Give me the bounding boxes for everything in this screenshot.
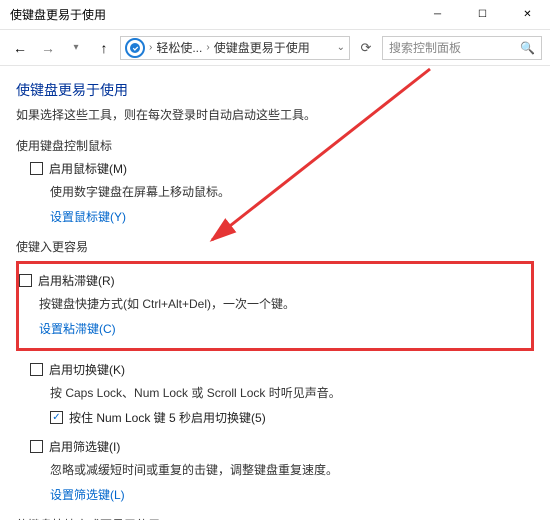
recent-dropdown[interactable]: ▾ <box>64 36 88 60</box>
control-panel-icon <box>125 38 145 58</box>
chevron-right-icon: › <box>206 42 209 53</box>
minimize-button[interactable]: ─ <box>415 0 460 30</box>
section-mouse-label: 使用键盘控制鼠标 <box>16 137 534 154</box>
mousekeys-desc: 使用数字键盘在屏幕上移动鼠标。 <box>30 183 534 200</box>
chevron-right-icon: › <box>149 42 152 53</box>
navbar: ← → ▾ ↑ › 轻松使... › 使键盘更易于使用 ⌄ ⟳ 搜索控制面板 🔍 <box>0 30 550 66</box>
back-button[interactable]: ← <box>8 36 32 60</box>
togglekeys-desc: 按 Caps Lock、Num Lock 或 Scroll Lock 时听见声音… <box>30 384 534 401</box>
address-dropdown[interactable]: ⌄ <box>337 42 345 53</box>
filterkeys-link[interactable]: 设置筛选键(L) <box>30 486 125 503</box>
page-title: 使键盘更易于使用 <box>16 80 534 100</box>
filterkeys-label: 启用筛选键(I) <box>49 438 120 455</box>
stickykeys-group: 启用粘滞键(R) 按键盘快捷方式(如 Ctrl+Alt+Del)，一次一个键。 … <box>16 261 534 351</box>
maximize-button[interactable]: ☐ <box>460 0 505 30</box>
close-button[interactable]: ✕ <box>505 0 550 30</box>
stickykeys-label: 启用粘滞键(R) <box>38 272 115 289</box>
page-subtitle: 如果选择这些工具，则在每次登录时自动启动这些工具。 <box>16 106 534 123</box>
address-bar[interactable]: › 轻松使... › 使键盘更易于使用 ⌄ <box>120 36 350 60</box>
section-typing-label: 使键入更容易 <box>16 238 534 255</box>
search-placeholder: 搜索控制面板 <box>389 39 461 56</box>
content-area: 使键盘更易于使用 如果选择这些工具，则在每次登录时自动启动这些工具。 使用键盘控… <box>0 66 550 520</box>
breadcrumb-part1[interactable]: 轻松使... <box>156 39 202 56</box>
section-shortcuts-label: 使键盘快捷方式更易于使用 <box>16 516 534 520</box>
togglekeys-checkbox[interactable] <box>30 363 43 376</box>
togglekeys-numlock-label: 按住 Num Lock 键 5 秒启用切换键(5) <box>69 409 266 426</box>
stickykeys-checkbox[interactable] <box>19 274 32 287</box>
forward-button[interactable]: → <box>36 36 60 60</box>
togglekeys-label: 启用切换键(K) <box>49 361 125 378</box>
mousekeys-checkbox[interactable] <box>30 162 43 175</box>
filterkeys-group: 启用筛选键(I) 忽略或减缓短时间或重复的击键，调整键盘重复速度。 设置筛选键(… <box>16 438 534 504</box>
up-button[interactable]: ↑ <box>92 36 116 60</box>
window-controls: ─ ☐ ✕ <box>415 0 550 30</box>
refresh-button[interactable]: ⟳ <box>354 36 378 60</box>
filterkeys-checkbox[interactable] <box>30 440 43 453</box>
mousekeys-group: 启用鼠标键(M) 使用数字键盘在屏幕上移动鼠标。 设置鼠标键(Y) <box>16 160 534 226</box>
mousekeys-label: 启用鼠标键(M) <box>49 160 127 177</box>
search-input[interactable]: 搜索控制面板 🔍 <box>382 36 542 60</box>
stickykeys-link[interactable]: 设置粘滞键(C) <box>19 320 116 337</box>
togglekeys-numlock-checkbox[interactable] <box>50 411 63 424</box>
filterkeys-desc: 忽略或减缓短时间或重复的击键，调整键盘重复速度。 <box>30 461 534 478</box>
search-icon: 🔍 <box>520 41 535 55</box>
stickykeys-desc: 按键盘快捷方式(如 Ctrl+Alt+Del)，一次一个键。 <box>19 295 525 312</box>
breadcrumb-part2[interactable]: 使键盘更易于使用 <box>214 39 310 56</box>
togglekeys-group: 启用切换键(K) 按 Caps Lock、Num Lock 或 Scroll L… <box>16 361 534 426</box>
mousekeys-link[interactable]: 设置鼠标键(Y) <box>30 208 126 225</box>
window-title: 使键盘更易于使用 <box>10 6 415 23</box>
titlebar: 使键盘更易于使用 ─ ☐ ✕ <box>0 0 550 30</box>
